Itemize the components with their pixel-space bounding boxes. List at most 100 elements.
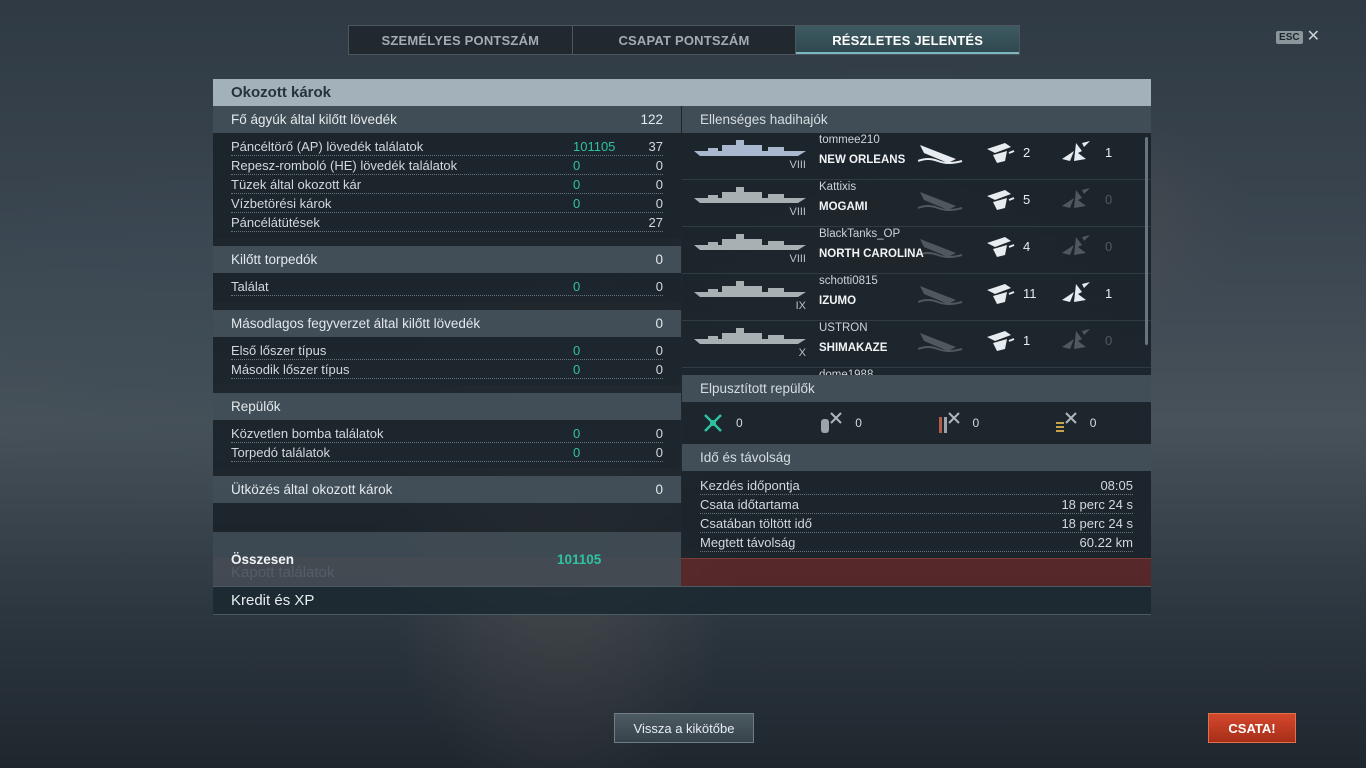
player-name: Kattixis xyxy=(819,181,857,193)
report-panel: Okozott károk Fő ágyúk által kilőtt löve… xyxy=(213,79,1151,615)
ship-tier: VIII xyxy=(789,253,806,265)
ramming-total: 0 xyxy=(655,482,663,497)
planes-rows: Közvetlen bomba találatok 0 0 Torpedó talá… xyxy=(213,420,681,468)
ship-name: NORTH CAROLINA xyxy=(819,248,924,260)
ship-fires: 1 xyxy=(1105,145,1113,160)
ship-hits: 4 xyxy=(1023,239,1031,254)
ship-tier: VIII xyxy=(789,206,806,218)
list-item: 0 xyxy=(917,411,1034,435)
ship-sunk-icon xyxy=(917,327,964,358)
ship-fires: 0 xyxy=(1105,333,1113,348)
destroyed-planes-header: Elpusztított repülők xyxy=(682,375,1151,402)
table-row: Megtett távolság 60.22 km xyxy=(700,533,1133,552)
ship-silhouette-icon xyxy=(694,139,806,157)
enemy-and-stats: Ellenséges hadihajók VIII tommee210 NEW … xyxy=(682,106,1151,558)
ship-sunk-icon xyxy=(917,233,964,264)
ship-hits: 11 xyxy=(1023,286,1037,301)
scrollbar[interactable] xyxy=(1145,137,1148,345)
main-guns-header: Fő ágyúk által kilőtt lövedék 122 xyxy=(213,106,681,133)
main-guns-title: Fő ágyúk által kilőtt lövedék xyxy=(231,112,397,127)
enemy-ships-header: Ellenséges hadihajók xyxy=(682,106,1151,133)
planes-header: Repülők xyxy=(213,393,681,420)
table-row: Csatában töltött idő 18 perc 24 s xyxy=(700,514,1133,533)
secondary-total: 0 xyxy=(655,316,663,331)
shell-hit-icon xyxy=(985,280,1015,311)
table-row: Csata időtartama 18 perc 24 s xyxy=(700,495,1133,514)
secondary-title: Másodlagos fegyverzet által kilőtt löved… xyxy=(231,316,481,331)
enemy-ship-row[interactable]: VIII BlackTanks_OP NORTH CAROLINA 4 0 xyxy=(682,227,1151,274)
battle-button[interactable]: CSATA! xyxy=(1208,713,1296,743)
table-row: Vízbetörési károk 0 0 xyxy=(231,194,663,213)
ship-name: MOGAMI xyxy=(819,201,868,213)
ship-sunk-icon xyxy=(917,186,964,217)
table-row: Páncéltörő (AP) lövedék találatok 101105 3… xyxy=(231,137,663,156)
damage-breakdown: Fő ágyúk által kilőtt lövedék 122 Páncél… xyxy=(213,106,681,586)
ship-sunk-icon xyxy=(917,139,964,170)
torpedoes-total: 0 xyxy=(655,252,663,267)
ship-silhouette-icon xyxy=(694,374,806,375)
ship-fires: 0 xyxy=(1105,192,1113,207)
total-row: Összesen 101105 xyxy=(213,532,681,586)
esc-key-label: ESC xyxy=(1276,30,1303,44)
list-item: 0 xyxy=(1034,411,1151,435)
enemy-ships-list[interactable]: VIII tommee210 NEW ORLEANS 2 1 VIII Katt… xyxy=(682,133,1151,375)
secondary-header: Másodlagos fegyverzet által kilőtt löved… xyxy=(213,310,681,337)
shell-hit-icon xyxy=(985,186,1015,217)
ship-fires: 1 xyxy=(1105,286,1113,301)
total-value: 101105 xyxy=(557,551,602,567)
tab-team-score[interactable]: CSAPAT PONTSZÁM xyxy=(573,26,797,54)
shell-hit-icon xyxy=(985,233,1015,264)
ship-hits: 2 xyxy=(1023,145,1031,160)
credits-xp-section[interactable]: Kredit és XP xyxy=(213,586,1151,615)
tab-personal-score[interactable]: SZEMÉLYES PONTSZÁM xyxy=(349,26,573,54)
player-name: dome1988 xyxy=(819,369,874,375)
fire-icon xyxy=(1060,139,1094,170)
torpedoes-title: Kilőtt torpedók xyxy=(231,252,318,267)
back-to-port-button[interactable]: Vissza a kikötőbe xyxy=(614,713,754,743)
ramming-header: Ütközés által okozott károk 0 xyxy=(213,476,681,503)
enemy-ship-row[interactable]: VIII Kattixis MOGAMI 5 0 xyxy=(682,180,1151,227)
torpedo-bomber-icon xyxy=(938,412,960,433)
table-row: Torpedó találatok 0 0 xyxy=(231,443,663,462)
torpedoes-rows: Találat 0 0 xyxy=(213,273,681,302)
fire-icon xyxy=(1060,280,1094,311)
ship-tier: X xyxy=(798,347,806,359)
ship-tier: VIII xyxy=(789,159,806,171)
main-guns-total: 122 xyxy=(640,112,663,127)
ramming-title: Ütközés által okozott károk xyxy=(231,482,393,497)
secondary-rows: Első lőszer típus 0 0 Második lőszer típus… xyxy=(213,337,681,385)
ship-tier: IX xyxy=(795,300,806,312)
table-row: Közvetlen bomba találatok 0 0 xyxy=(231,424,663,443)
fighter-icon xyxy=(704,414,722,432)
destroyed-planes-row: 0 0 0 0 xyxy=(682,402,1151,444)
total-label: Összesen xyxy=(231,551,295,567)
close-button[interactable]: ESC ✕ xyxy=(1276,28,1320,45)
table-row: Repesz-romboló (HE) lövedék találatok 0 0 xyxy=(231,156,663,175)
list-item: 0 xyxy=(799,411,916,435)
fire-icon xyxy=(1060,233,1094,264)
ship-silhouette-icon xyxy=(694,186,806,204)
time-distance-rows: Kezdés időpontja 08:05 Csata időtartama 18… xyxy=(682,471,1151,552)
damage-dealt-header[interactable]: Okozott károk xyxy=(213,79,1151,106)
player-name: BlackTanks_OP xyxy=(819,228,901,240)
enemy-ship-row[interactable]: IX schotti0815 IZUMO 11 1 xyxy=(682,274,1151,321)
ship-fires: 0 xyxy=(1105,239,1113,254)
enemy-ship-row[interactable]: X USTRON SHIMAKAZE 1 0 xyxy=(682,321,1151,368)
ship-name: SHIMAKAZE xyxy=(819,342,888,354)
table-row: Első lőszer típus 0 0 xyxy=(231,341,663,360)
ship-silhouette-icon xyxy=(694,327,806,345)
report-tabs: SZEMÉLYES PONTSZÁM CSAPAT PONTSZÁM RÉSZL… xyxy=(348,25,1020,55)
tab-detailed-report[interactable]: RÉSZLETES JELENTÉS xyxy=(796,26,1020,54)
player-name: tommee210 xyxy=(819,134,880,146)
shell-hit-icon xyxy=(985,139,1015,170)
ship-hits: 5 xyxy=(1023,192,1031,207)
enemy-ship-row[interactable]: dome1988 xyxy=(682,368,1151,375)
ship-hits: 1 xyxy=(1023,333,1031,348)
close-icon: ✕ xyxy=(1306,28,1320,45)
enemy-ship-row[interactable]: VIII tommee210 NEW ORLEANS 2 1 xyxy=(682,133,1151,180)
bomber-icon xyxy=(821,412,842,433)
table-row: Tüzek által okozott kár 0 0 xyxy=(231,175,663,194)
player-name: USTRON xyxy=(819,322,868,334)
table-row: Páncélátütések 27 xyxy=(231,213,663,232)
planes-title: Repülők xyxy=(231,399,281,414)
